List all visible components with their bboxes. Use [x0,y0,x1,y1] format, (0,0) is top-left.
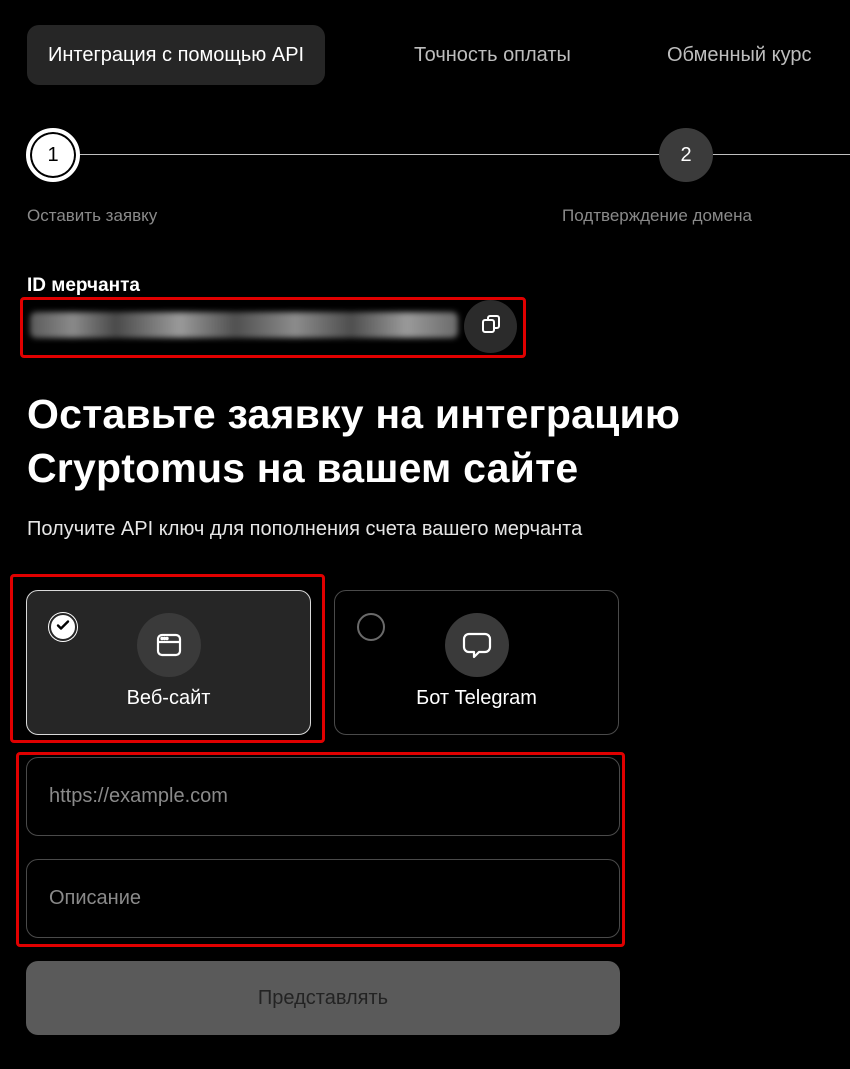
website-url-input[interactable] [26,757,620,836]
tab-payment-accuracy[interactable]: Точность оплаты [414,25,571,85]
chat-bubble-icon [445,613,509,677]
page-title: Оставьте заявку на интеграцию Cryptomus … [27,391,681,491]
description-input[interactable] [26,859,620,938]
merchant-id-highlight [20,297,526,358]
submit-button[interactable]: Представлять [26,961,620,1035]
browser-window-icon [137,613,201,677]
option-website-label: Веб-сайт [126,687,211,709]
stepper-line [78,154,660,155]
step-2-label: Подтверждение домена [562,206,752,225]
tab-api-integration[interactable]: Интеграция с помощью API [27,25,326,85]
stepper-line-tail [712,154,850,155]
option-website-radio[interactable] [49,613,77,641]
option-website-card[interactable]: Веб-сайт [26,590,311,735]
option-telegram-card[interactable]: Бот Telegram [334,590,619,735]
merchant-id-label: ID мерчанта [27,275,140,296]
step-2-indicator: 2 [659,128,713,182]
option-telegram-radio[interactable] [357,613,385,641]
step-1-indicator: 1 [26,128,80,182]
tab-exchange-rate[interactable]: Обменный курс [667,25,812,85]
step-1-label: Оставить заявку [27,206,158,225]
page-subtitle: Получите API ключ для пополнения счета в… [27,518,583,540]
option-telegram-label: Бот Telegram [416,687,537,709]
checkmark-icon [56,618,70,637]
